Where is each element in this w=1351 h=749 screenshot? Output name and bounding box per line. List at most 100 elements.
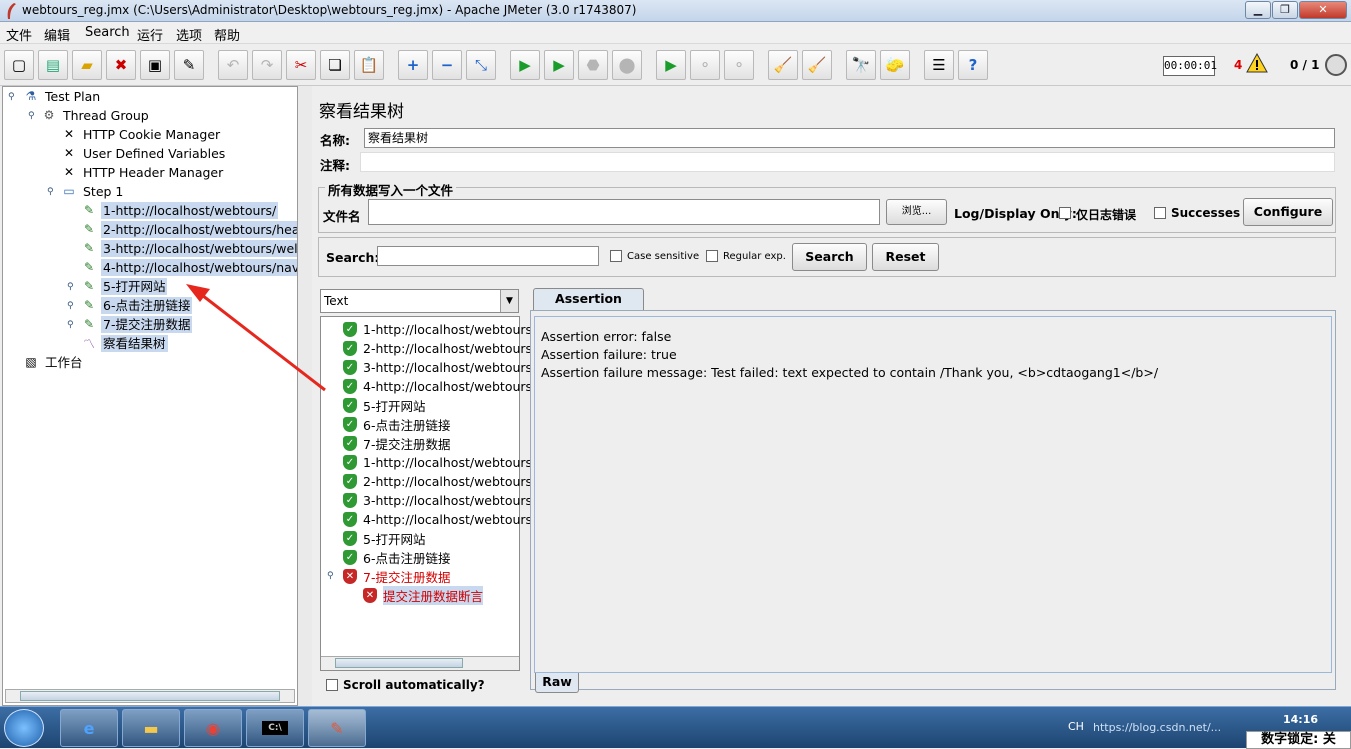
copy-icon[interactable]: ❏ [320, 50, 350, 80]
regex-checkbox[interactable] [706, 250, 718, 262]
filename-input[interactable] [368, 199, 880, 225]
results-hscroll[interactable] [321, 656, 519, 670]
assertion-text-area[interactable]: Assertion error: false Assertion failure… [534, 316, 1332, 673]
chrome-taskbar-icon[interactable]: ◉ [184, 709, 242, 747]
results-list[interactable]: ✓ 1-http://localhost/webtours/ ✓ 2-http://l… [320, 316, 546, 671]
tree-node-sampler-7[interactable]: ✎ 7-提交注册数据 [81, 315, 193, 333]
result-row[interactable]: ✓ 1-http://localhost/webtours/ [343, 320, 536, 339]
tree-handle[interactable]: ⚲ [67, 301, 74, 311]
errors-only-checkbox[interactable] [1059, 207, 1071, 219]
tree-node-sampler-4[interactable]: ✎ 4-http://localhost/webtours/nav.pl [81, 258, 297, 276]
redo-icon[interactable]: ↷ [252, 50, 282, 80]
tree-handle[interactable]: ⚲ [327, 571, 334, 581]
result-row[interactable]: ✓ 5-打开网站 [343, 396, 425, 415]
tree-node-sampler-1[interactable]: ✎ 1-http://localhost/webtours/ [81, 201, 279, 219]
tree-node-user-variables[interactable]: ✕ User Defined Variables [61, 144, 227, 162]
tree-node-sampler-3[interactable]: ✎3-http://localhost/webtours/welcom [81, 239, 297, 257]
result-row[interactable]: ✓ 4-http://localhost/webtours/n [343, 377, 544, 396]
result-row[interactable]: ✓ 5-打开网站 [343, 529, 425, 548]
tree-node-step1[interactable]: ▭ Step 1 [61, 182, 125, 200]
tree-node-sampler-2[interactable]: ✎2-http://localhost/webtours/header.h [81, 220, 297, 238]
warning-icon[interactable] [1246, 53, 1268, 73]
clock[interactable]: 14:16 [1283, 713, 1318, 726]
remote-stop-icon[interactable]: ⚬ [690, 50, 720, 80]
ie-taskbar-icon[interactable]: e [60, 709, 118, 747]
tree-handle[interactable]: ⚲ [8, 92, 15, 102]
reset-search-icon[interactable]: 🧽 [880, 50, 910, 80]
result-row[interactable]: ✕ 7-提交注册数据 [343, 567, 450, 586]
close-button[interactable]: ✕ [1299, 1, 1347, 19]
cut-icon[interactable]: ✂ [286, 50, 316, 80]
shutdown-icon[interactable]: ⬤ [612, 50, 642, 80]
help-icon[interactable]: ? [958, 50, 988, 80]
tab-raw[interactable]: Raw [535, 673, 579, 693]
start-no-pause-icon[interactable]: ▶ [544, 50, 574, 80]
result-row[interactable]: ✓ 7-提交注册数据 [343, 434, 450, 453]
tree-node-workbench[interactable]: ▧ 工作台 [23, 353, 85, 371]
chevron-down-icon[interactable]: ▼ [500, 290, 518, 312]
search-input[interactable] [377, 246, 599, 266]
menu-run[interactable]: 运行 [137, 25, 163, 44]
tab-assertion-result[interactable]: Assertion result [533, 288, 644, 326]
toggle-icon[interactable]: ⤡ [466, 50, 496, 80]
browse-button[interactable]: 浏览... [886, 199, 947, 225]
maximize-button[interactable]: ❐ [1272, 1, 1298, 19]
menu-help[interactable]: 帮助 [214, 25, 240, 44]
tree-node-thread-group[interactable]: ⚙ Thread Group [41, 106, 151, 124]
tree-node-sampler-5[interactable]: ✎ 5-打开网站 [81, 277, 168, 295]
tree-node-test-plan[interactable]: ⚗ Test Plan [23, 87, 102, 105]
result-row[interactable]: ✓ 4-http://localhost/webtours/n [343, 510, 544, 529]
collapse-icon[interactable]: − [432, 50, 462, 80]
clear-icon[interactable]: 🧹 [768, 50, 798, 80]
search-button[interactable]: Search [792, 243, 867, 271]
result-row[interactable]: ✓ 6-点击注册链接 [343, 548, 450, 567]
start-orb-icon[interactable] [4, 709, 44, 747]
result-row[interactable]: ✓ 3-http://localhost/webtours/w [343, 491, 546, 510]
tree-handle[interactable]: ⚲ [67, 282, 74, 292]
clear-all-icon[interactable]: 🧹 [802, 50, 832, 80]
remote-shutdown-icon[interactable]: ⚬ [724, 50, 754, 80]
tree-handle[interactable]: ⚲ [47, 187, 54, 197]
menu-file[interactable]: 文件 [6, 25, 32, 44]
save-screenshot-icon[interactable]: ✎ [174, 50, 204, 80]
explorer-taskbar-icon[interactable]: ▬ [122, 709, 180, 747]
name-field[interactable]: 察看结果树 [364, 128, 1335, 148]
new-icon[interactable]: ▢ [4, 50, 34, 80]
templates-icon[interactable]: ▤ [38, 50, 68, 80]
search-icon[interactable]: 🔭 [846, 50, 876, 80]
result-row[interactable]: ✓ 2-http://localhost/webtours/h [343, 339, 544, 358]
result-row[interactable]: ✓ 6-点击注册链接 [343, 415, 450, 434]
undo-icon[interactable]: ↶ [218, 50, 248, 80]
result-row[interactable]: ✓ 3-http://localhost/webtours/w [343, 358, 546, 377]
minimize-button[interactable]: ▁ [1245, 1, 1271, 19]
start-icon[interactable]: ▶ [510, 50, 540, 80]
stop-icon[interactable]: ⬣ [578, 50, 608, 80]
ime-indicator[interactable]: CH [1068, 720, 1084, 733]
expand-icon[interactable]: + [398, 50, 428, 80]
tree-node-results-tree[interactable]: 〽察看结果树 [81, 334, 168, 352]
remote-start-icon[interactable]: ▶ [656, 50, 686, 80]
tree-node-cookie-manager[interactable]: ✕ HTTP Cookie Manager [61, 125, 222, 143]
tree-node-sampler-6[interactable]: ✎ 6-点击注册链接 [81, 296, 193, 314]
close-file-icon[interactable]: ✖ [106, 50, 136, 80]
save-icon[interactable]: ▣ [140, 50, 170, 80]
test-plan-tree[interactable]: ⚲ ⚗ Test Plan ⚲ ⚙ Thread Group ✕ HTTP Cooki… [2, 86, 298, 706]
result-row[interactable]: ✕ 提交注册数据断言 [363, 586, 484, 605]
comment-field[interactable] [360, 152, 1335, 172]
case-sensitive-checkbox[interactable] [610, 250, 622, 262]
scrollbar-thumb[interactable] [20, 691, 280, 701]
pane-splitter[interactable] [298, 86, 312, 706]
renderer-select[interactable]: Text ▼ [320, 289, 519, 313]
menu-edit[interactable]: 编辑 [44, 25, 70, 44]
tree-handle[interactable]: ⚲ [28, 111, 35, 121]
jmeter-taskbar-icon[interactable]: ✎ [308, 709, 366, 747]
result-row[interactable]: ✓ 2-http://localhost/webtours/h [343, 472, 544, 491]
scroll-auto-checkbox[interactable] [326, 679, 338, 691]
open-icon[interactable]: ▰ [72, 50, 102, 80]
configure-button[interactable]: Configure [1243, 198, 1333, 226]
paste-icon[interactable]: 📋 [354, 50, 384, 80]
function-helper-icon[interactable]: ☰ [924, 50, 954, 80]
cmd-taskbar-icon[interactable]: C:\ [246, 709, 304, 747]
successes-checkbox[interactable] [1154, 207, 1166, 219]
tree-handle[interactable]: ⚲ [67, 320, 74, 330]
